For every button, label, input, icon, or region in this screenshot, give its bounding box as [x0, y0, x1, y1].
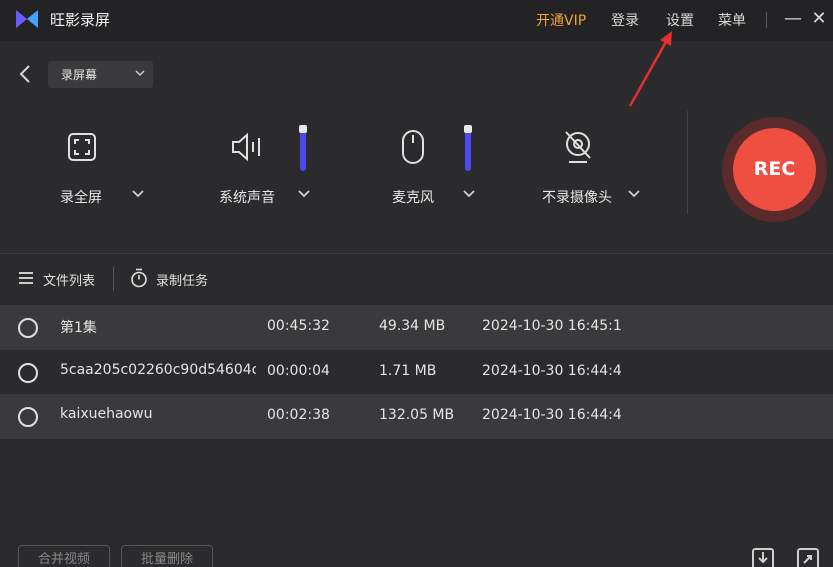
download-icon[interactable]	[752, 548, 774, 567]
system-audio-label[interactable]: 系统声音	[219, 187, 275, 207]
file-date: 2024-10-30 16:44:44	[482, 407, 622, 423]
batch-delete-button[interactable]: 批量删除	[121, 545, 213, 567]
minimize-button[interactable]: —	[782, 7, 804, 31]
rec-button[interactable]: REC	[733, 128, 816, 211]
row-select-radio[interactable]	[18, 318, 38, 338]
microphone-label[interactable]: 麦克风	[392, 187, 434, 207]
chevron-down-icon[interactable]	[462, 189, 476, 199]
system-volume-slider[interactable]	[299, 125, 307, 171]
share-icon[interactable]	[797, 548, 819, 567]
panel-divider	[687, 111, 688, 214]
file-duration: 00:45:32	[267, 318, 330, 334]
file-duration: 00:02:38	[267, 407, 330, 423]
toolbar-divider	[113, 267, 114, 291]
titlebar-divider	[766, 12, 767, 28]
microphone-volume-knob[interactable]	[464, 125, 472, 133]
camera-label[interactable]: 不录摄像头	[542, 187, 612, 207]
system-volume-knob[interactable]	[299, 125, 307, 133]
row-select-radio[interactable]	[18, 362, 38, 383]
table-row[interactable]: kaixuehaowu 00:02:38 132.05 MB 2024-10-3…	[0, 394, 833, 439]
file-name: 第1集	[60, 320, 97, 336]
file-size: 49.34 MB	[379, 318, 446, 334]
record-tasks-tab[interactable]: 录制任务	[156, 270, 208, 289]
file-duration: 00:00:04	[267, 362, 330, 379]
app-logo-icon	[16, 10, 38, 28]
chevron-down-icon[interactable]	[131, 189, 145, 199]
speaker-icon[interactable]	[230, 131, 264, 163]
file-size: 1.71 MB	[379, 362, 437, 379]
close-button[interactable]: ✕	[808, 7, 830, 31]
fullscreen-icon[interactable]	[66, 131, 98, 163]
recording-panel: 录屏幕 录全屏 系统声音 麦克风 不录摄像头	[0, 41, 833, 253]
login-link[interactable]: 登录	[611, 10, 639, 30]
timer-icon[interactable]	[130, 268, 148, 288]
file-date: 2024-10-30 16:44:49	[482, 362, 622, 379]
file-list-tab[interactable]: 文件列表	[43, 270, 95, 289]
table-row[interactable]: 第1集 00:45:32 49.34 MB 2024-10-30 16:45:1…	[0, 305, 833, 350]
table-row[interactable]: 5caa205c02260c90d54604c9( 00:00:04 1.71 …	[0, 350, 833, 395]
file-table: 第1集 00:45:32 49.34 MB 2024-10-30 16:45:1…	[0, 305, 833, 439]
file-date: 2024-10-30 16:45:12	[482, 318, 622, 334]
chevron-down-icon[interactable]	[627, 189, 641, 199]
file-size: 132.05 MB	[379, 407, 455, 423]
menu-link[interactable]: 菜单	[718, 10, 746, 30]
list-icon[interactable]	[18, 270, 34, 286]
title-bar: 旺影录屏 开通VIP 登录 设置 菜单 — ✕	[0, 0, 833, 41]
file-name: kaixuehaowu	[60, 406, 153, 422]
back-arrow-icon[interactable]	[16, 63, 36, 85]
chevron-down-icon[interactable]	[297, 189, 311, 199]
row-select-radio[interactable]	[18, 407, 38, 427]
screen-mode-label[interactable]: 录全屏	[60, 187, 102, 207]
microphone-volume-slider[interactable]	[464, 125, 472, 171]
mode-select[interactable]: 录屏幕	[48, 61, 153, 88]
merge-video-button[interactable]: 合并视频	[18, 545, 110, 567]
settings-link[interactable]: 设置	[666, 10, 694, 30]
app-title: 旺影录屏	[50, 11, 111, 29]
file-toolbar: 文件列表 录制任务	[0, 253, 833, 304]
camera-off-icon[interactable]	[561, 129, 595, 165]
vip-link[interactable]: 开通VIP	[536, 10, 586, 30]
microphone-icon[interactable]	[401, 129, 425, 165]
chevron-down-icon	[135, 70, 145, 77]
file-name: 5caa205c02260c90d54604c9(	[60, 361, 256, 378]
mode-select-label: 录屏幕	[61, 68, 98, 82]
